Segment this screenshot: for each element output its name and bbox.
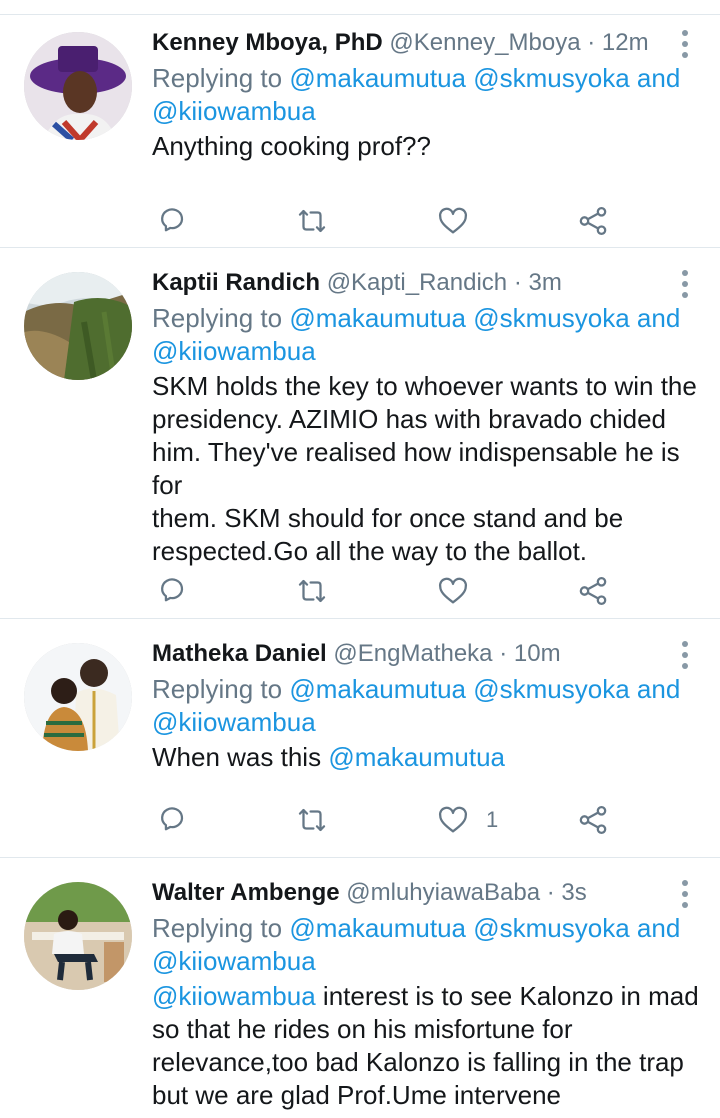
mention-link[interactable]: @kiiowambua (152, 981, 316, 1011)
reply-icon (161, 208, 184, 232)
tweet[interactable]: Walter Ambenge @mluhyiawaBaba · 3s Reply… (0, 858, 720, 1118)
retweet-icon (298, 808, 326, 832)
display-name[interactable]: Matheka Daniel (152, 640, 327, 667)
tweet-text: Anything cooking prof?? (152, 131, 431, 161)
user-handle[interactable]: @Kenney_Mboya (389, 29, 580, 56)
reply-button[interactable] (156, 571, 190, 611)
retweet-button[interactable] (295, 571, 329, 611)
share-icon (579, 206, 607, 236)
share-button[interactable] (576, 201, 610, 241)
tweet-text: @kiiowambua interest is to see Kalonzo i… (152, 981, 699, 1110)
separator-dot: · (499, 640, 508, 667)
mention-link[interactable]: @makaumutua (289, 63, 466, 93)
heart-icon (438, 577, 468, 604)
heart-icon (438, 806, 468, 833)
like-button[interactable] (436, 571, 486, 611)
tweet[interactable]: Kenney Mboya, PhD @Kenney_Mboya · 12m Re… (0, 15, 720, 248)
retweet-icon (298, 579, 326, 603)
reply-button[interactable] (156, 800, 190, 840)
reply-button[interactable] (156, 201, 190, 241)
mention-link[interactable]: @kiiowambua (152, 96, 316, 126)
display-name[interactable]: Walter Ambenge (152, 879, 340, 906)
share-icon (579, 805, 607, 835)
user-handle[interactable]: @EngMatheka (333, 640, 492, 667)
separator-dot: · (513, 269, 522, 296)
separator-dot: · (546, 879, 555, 906)
top-divider (0, 0, 720, 15)
tweet-text: SKM holds the key to whoever wants to wi… (152, 371, 697, 566)
share-button[interactable] (576, 571, 610, 611)
mention-link[interactable]: @skmusyoka (473, 63, 629, 93)
avatar[interactable] (24, 32, 132, 140)
avatar[interactable] (24, 643, 132, 751)
mention-link[interactable]: @kiiowambua (152, 707, 316, 737)
heart-icon (438, 207, 468, 234)
action-bar (152, 201, 632, 241)
mention-link[interactable]: @makaumutua (289, 303, 466, 333)
mention-link[interactable]: @skmusyoka (473, 303, 629, 333)
replying-to: Replying to @makaumutua @skmusyoka and @… (152, 303, 681, 366)
tweet-text: When was this @makaumutua (152, 742, 506, 772)
like-button[interactable]: 1 (436, 800, 498, 840)
like-button[interactable] (436, 201, 486, 241)
mention-link[interactable]: @skmusyoka (473, 674, 629, 704)
display-name[interactable]: Kenney Mboya, PhD (152, 29, 383, 56)
mention-link[interactable]: @kiiowambua (152, 946, 316, 976)
mention-link[interactable]: @makaumutua (328, 742, 505, 772)
user-handle[interactable]: @mluhyiawaBaba (346, 879, 540, 906)
timestamp[interactable]: 10m (514, 640, 561, 667)
tweet[interactable]: Matheka Daniel @EngMatheka · 10m Replyin… (0, 619, 720, 858)
timestamp[interactable]: 3m (529, 269, 562, 296)
replying-to: Replying to @makaumutua @skmusyoka and @… (152, 913, 681, 976)
mention-link[interactable]: @kiiowambua (152, 336, 316, 366)
replying-to: Replying to @makaumutua @skmusyoka and @… (152, 674, 681, 737)
mention-link[interactable]: @skmusyoka (473, 913, 629, 943)
like-count: 1 (486, 807, 499, 832)
timestamp[interactable]: 3s (561, 879, 586, 906)
avatar[interactable] (24, 882, 132, 990)
action-bar (152, 571, 632, 611)
timestamp[interactable]: 12m (602, 29, 649, 56)
share-icon (579, 576, 607, 606)
replying-to: Replying to @makaumutua @skmusyoka and @… (152, 63, 681, 126)
share-button[interactable] (576, 800, 610, 840)
reply-icon (161, 578, 184, 602)
retweet-icon (298, 209, 326, 233)
action-bar: 1 (152, 800, 632, 840)
mention-link[interactable]: @makaumutua (289, 674, 466, 704)
reply-icon (161, 807, 184, 831)
retweet-button[interactable] (295, 201, 329, 241)
retweet-button[interactable] (295, 800, 329, 840)
separator-dot: · (587, 29, 596, 56)
mention-link[interactable]: @makaumutua (289, 913, 466, 943)
avatar[interactable] (24, 272, 132, 380)
tweet[interactable]: Kaptii Randich @Kapti_Randich · 3m Reply… (0, 248, 720, 619)
user-handle[interactable]: @Kapti_Randich (327, 269, 507, 296)
display-name[interactable]: Kaptii Randich (152, 269, 320, 296)
